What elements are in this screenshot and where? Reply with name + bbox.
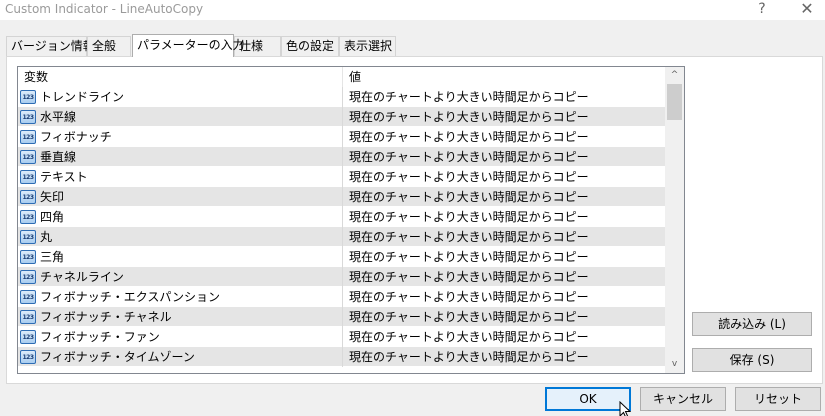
header-value[interactable]: 値 xyxy=(342,67,665,87)
number-type-icon: 123 xyxy=(20,90,36,104)
number-type-icon: 123 xyxy=(20,110,36,124)
table-row[interactable]: 123 チャネルライン 現在のチャートより大きい時間足からコピー xyxy=(18,267,665,287)
vertical-scrollbar[interactable]: ^ v xyxy=(665,67,684,373)
number-type-icon: 123 xyxy=(20,290,36,304)
tab-version-info[interactable]: バージョン情報 xyxy=(6,36,95,56)
number-type-icon: 123 xyxy=(20,210,36,224)
table-row[interactable]: 123 垂直線 現在のチャートより大きい時間足からコピー xyxy=(18,147,665,167)
number-type-icon: 123 xyxy=(20,250,36,264)
parameter-value[interactable]: 現在のチャートより大きい時間足からコピー xyxy=(342,327,665,347)
parameter-value[interactable]: 現在のチャートより大きい時間足からコピー xyxy=(342,247,665,267)
mouse-pointer-icon xyxy=(619,401,631,416)
parameter-name: チャネルライン xyxy=(40,270,124,284)
table-row[interactable]: 123 フィボナッチ 現在のチャートより大きい時間足からコピー xyxy=(18,127,665,147)
table-row[interactable]: 123 フィボナッチ・ファン 現在のチャートより大きい時間足からコピー xyxy=(18,327,665,347)
number-type-icon: 123 xyxy=(20,310,36,324)
save-button[interactable]: 保存 (S) xyxy=(692,348,812,372)
table-row[interactable]: 123 水平線 現在のチャートより大きい時間足からコピー xyxy=(18,107,665,127)
table-header: 変数 値 xyxy=(18,67,665,87)
number-type-icon: 123 xyxy=(20,190,36,204)
table-row[interactable]: 123 テキスト 現在のチャートより大きい時間足からコピー xyxy=(18,167,665,187)
parameter-name: フィボナッチ・チャネル xyxy=(40,310,172,324)
number-type-icon: 123 xyxy=(20,130,36,144)
parameter-value[interactable]: 現在のチャートより大きい時間足からコピー xyxy=(342,147,665,167)
reset-button[interactable]: リセット xyxy=(735,387,821,411)
table-rows: 123 トレンドライン 現在のチャートより大きい時間足からコピー 123 水平線 現在のチ… xyxy=(18,87,665,367)
parameter-name: 丸 xyxy=(40,230,53,244)
parameter-name: 三角 xyxy=(40,250,65,264)
parameter-name: 矢印 xyxy=(40,190,65,204)
number-type-icon: 123 xyxy=(20,150,36,164)
table-row[interactable]: 123 四角 現在のチャートより大きい時間足からコピー xyxy=(18,207,665,227)
number-type-icon: 123 xyxy=(20,350,36,364)
number-type-icon: 123 xyxy=(20,230,36,244)
table-row[interactable]: 123 矢印 現在のチャートより大きい時間足からコピー xyxy=(18,187,665,207)
parameter-value[interactable]: 現在のチャートより大きい時間足からコピー xyxy=(342,307,665,327)
header-variable[interactable]: 変数 xyxy=(18,67,342,87)
table-row[interactable]: 123 フィボナッチ・エクスパンション 現在のチャートより大きい時間足からコピー xyxy=(18,287,665,307)
parameter-value[interactable]: 現在のチャートより大きい時間足からコピー xyxy=(342,187,665,207)
dialog-body: バージョン情報 全般 パラメーターの入力 仕様 色の設定 表示選択 変数 値 1… xyxy=(0,20,825,416)
help-button[interactable]: ? xyxy=(747,0,777,20)
table-row[interactable]: 123 フィボナッチ・チャネル 現在のチャートより大きい時間足からコピー xyxy=(18,307,665,327)
parameter-name: テキスト xyxy=(40,170,88,184)
number-type-icon: 123 xyxy=(20,330,36,344)
number-type-icon: 123 xyxy=(20,270,36,284)
parameter-name: フィボナッチ・タイムゾーン xyxy=(40,350,195,364)
title-bar: Custom Indicator - LineAutoCopy ? ✕ xyxy=(0,0,825,20)
cancel-button[interactable]: キャンセル xyxy=(640,387,726,411)
table-row[interactable]: 123 丸 現在のチャートより大きい時間足からコピー xyxy=(18,227,665,247)
parameter-name: フィボナッチ・エクスパンション xyxy=(40,290,221,304)
load-button[interactable]: 読み込み (L) xyxy=(692,312,812,336)
parameter-name: 垂直線 xyxy=(40,150,77,164)
close-button[interactable]: ✕ xyxy=(792,0,822,20)
scroll-thumb[interactable] xyxy=(667,84,682,120)
parameter-name: 四角 xyxy=(40,210,65,224)
window-title: Custom Indicator - LineAutoCopy xyxy=(5,2,204,16)
scroll-down-arrow-icon[interactable]: v xyxy=(665,356,684,373)
tab-display-select[interactable]: 表示選択 xyxy=(339,36,396,56)
table-row[interactable]: 123 トレンドライン 現在のチャートより大きい時間足からコピー xyxy=(18,87,665,107)
parameter-name: トレンドライン xyxy=(40,90,125,104)
parameter-value[interactable]: 現在のチャートより大きい時間足からコピー xyxy=(342,167,665,187)
parameter-name: 水平線 xyxy=(40,110,77,124)
number-type-icon: 123 xyxy=(20,170,36,184)
parameter-value[interactable]: 現在のチャートより大きい時間足からコピー xyxy=(342,287,665,307)
parameter-value[interactable]: 現在のチャートより大きい時間足からコピー xyxy=(342,267,665,287)
parameter-name: フィボナッチ・ファン xyxy=(40,330,160,344)
parameters-table: 変数 値 123 トレンドライン 現在のチャートより大きい時間足からコピー 123 水平… xyxy=(17,66,685,374)
table-row[interactable]: 123 フィボナッチ・タイムゾーン 現在のチャートより大きい時間足からコピー xyxy=(18,347,665,367)
tab-colors[interactable]: 色の設定 xyxy=(281,36,339,56)
parameter-value[interactable]: 現在のチャートより大きい時間足からコピー xyxy=(342,207,665,227)
tab-general[interactable]: 全般 xyxy=(87,36,131,56)
parameter-value[interactable]: 現在のチャートより大きい時間足からコピー xyxy=(342,347,665,367)
tab-parameters[interactable]: パラメーターの入力 xyxy=(132,34,245,57)
parameter-value[interactable]: 現在のチャートより大きい時間足からコピー xyxy=(342,227,665,247)
parameter-value[interactable]: 現在のチャートより大きい時間足からコピー xyxy=(342,87,665,107)
scroll-up-arrow-icon[interactable]: ^ xyxy=(665,67,684,84)
parameter-value[interactable]: 現在のチャートより大きい時間足からコピー xyxy=(342,127,665,147)
table-row[interactable]: 123 三角 現在のチャートより大きい時間足からコピー xyxy=(18,247,665,267)
parameter-name: フィボナッチ xyxy=(40,130,112,144)
parameter-value[interactable]: 現在のチャートより大きい時間足からコピー xyxy=(342,107,665,127)
